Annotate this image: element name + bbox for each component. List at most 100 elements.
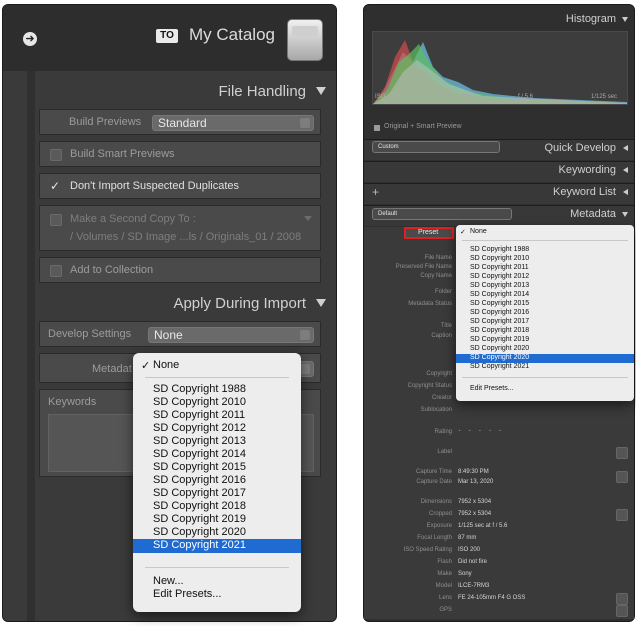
field-label: Title [440, 323, 452, 329]
menu-item[interactable]: SD Copyright 2013 [456, 282, 634, 291]
menu-item-selected[interactable]: SD Copyright 2021 [133, 539, 301, 553]
menu-item[interactable]: SD Copyright 2017 [456, 318, 634, 327]
menu-item[interactable]: SD Copyright 2016 [133, 474, 301, 487]
collapse-triangle-icon[interactable] [622, 17, 628, 22]
menu-item[interactable]: SD Copyright 2014 [456, 291, 634, 300]
preset-label-box[interactable]: Preset [404, 227, 454, 239]
menu-item-label: SD Copyright 2012 [470, 273, 530, 280]
field-value: Mar 13, 2020 [458, 479, 494, 485]
develop-settings-label: Develop Settings [48, 328, 132, 340]
hist-iso: ISO 200 [375, 94, 398, 100]
second-copy-checkbox[interactable] [50, 214, 62, 226]
default-select[interactable]: Default [372, 208, 512, 220]
menu-item-label: None [470, 228, 487, 235]
menu-item[interactable]: SD Copyright 2011 [456, 264, 634, 273]
menu-item[interactable]: SD Copyright 2020 [133, 526, 301, 539]
histogram-title[interactable]: Histogram [566, 13, 616, 25]
expand-icon[interactable]: ➜ [23, 32, 37, 46]
rating-stars[interactable]: · · · · · [458, 425, 504, 436]
dont-import-checkbox[interactable]: ✓ [50, 179, 60, 193]
field-label: Capture Date [416, 479, 452, 485]
field-label: Lens [438, 595, 452, 601]
field-label: Dimensions [420, 499, 452, 505]
field-label: Capture Time [415, 469, 452, 475]
hist-focal: 87 mm [455, 94, 474, 100]
crop-edit-icon[interactable] [616, 509, 628, 521]
menu-item[interactable]: SD Copyright 2015 [456, 300, 634, 309]
metadata-title[interactable]: Metadata [570, 208, 616, 220]
original-icon [374, 125, 380, 131]
collapse-triangle-icon[interactable] [316, 299, 326, 307]
menu-item[interactable]: SD Copyright 2016 [456, 309, 634, 318]
menu-item[interactable]: SD Copyright 2015 [133, 461, 301, 474]
field-label: Copyright [426, 371, 452, 377]
menu-item-label: SD Copyright 2015 [153, 461, 246, 473]
menu-item[interactable]: SD Copyright 2019 [133, 513, 301, 526]
build-previews-row: Build Previews Standard [39, 109, 321, 135]
develop-settings-select[interactable]: None [148, 327, 314, 343]
field-label: Focal Length [417, 535, 452, 541]
menu-item[interactable]: SD Copyright 2018 [133, 500, 301, 513]
menu-item[interactable]: SD Copyright 1988 [456, 246, 634, 255]
menu-item-selected[interactable]: SD Copyright 2020 [456, 354, 634, 363]
field-label: Label [437, 449, 452, 455]
menu-item-label: SD Copyright 2017 [153, 487, 246, 499]
menu-item[interactable]: SD Copyright 2010 [133, 396, 301, 409]
collapse-left-icon[interactable] [623, 189, 628, 195]
capture-edit-icon[interactable] [616, 471, 628, 483]
menu-item[interactable]: SD Copyright 2021 [456, 363, 634, 372]
select-arrow-icon [300, 364, 310, 374]
collapse-triangle-icon[interactable] [622, 212, 628, 217]
menu-item[interactable]: SD Copyright 2018 [456, 327, 634, 336]
field-value: ISO 200 [458, 547, 481, 553]
section-apply-during-import[interactable]: Apply During Import [173, 295, 306, 312]
add-keyword-icon[interactable]: + [372, 185, 379, 199]
menu-item-label: SD Copyright 2017 [470, 318, 530, 325]
path-dropdown-icon[interactable] [304, 216, 312, 221]
menu-item[interactable]: SD Copyright 2012 [133, 422, 301, 435]
menu-item[interactable]: SD Copyright 2010 [456, 255, 634, 264]
collapse-triangle-icon[interactable] [316, 87, 326, 95]
field-value: 8:49:30 PM [458, 469, 489, 475]
build-previews-select[interactable]: Standard [152, 115, 314, 131]
keyword-list-title[interactable]: Keyword List [553, 186, 616, 198]
field-label: ISO Speed Rating [403, 547, 452, 553]
menu-item-label: SD Copyright 2014 [153, 448, 246, 460]
section-file-handling[interactable]: File Handling [218, 83, 306, 100]
menu-item[interactable]: SD Copyright 2013 [133, 435, 301, 448]
metadata-preset-menu: ✓ None SD Copyright 1988 SD Copyright 20… [133, 353, 301, 612]
menu-item[interactable]: SD Copyright 2020 [456, 345, 634, 354]
dont-import-label: Don't Import Suspected Duplicates [70, 180, 240, 192]
menu-item-new[interactable]: New... [133, 575, 301, 588]
histogram-graph[interactable]: ISO 200 87 mm f / 5.6 1/125 sec [372, 31, 628, 105]
menu-item[interactable]: SD Copyright 2012 [456, 273, 634, 282]
menu-item[interactable]: SD Copyright 2017 [133, 487, 301, 500]
keywording-title[interactable]: Keywording [559, 164, 616, 176]
dont-import-row: ✓ Don't Import Suspected Duplicates [39, 173, 321, 199]
gps-edit-icon[interactable] [616, 605, 628, 617]
hist-aperture: f / 5.6 [518, 94, 534, 100]
menu-item-label: SD Copyright 2011 [153, 409, 246, 421]
label-edit-icon[interactable] [616, 447, 628, 459]
collapse-left-icon[interactable] [623, 167, 628, 173]
menu-item-edit-presets[interactable]: Edit Presets... [456, 385, 634, 394]
menu-item-none[interactable]: ✓ None [456, 228, 634, 237]
custom-label: Custom [378, 144, 399, 150]
lens-edit-icon[interactable] [616, 593, 628, 605]
menu-item[interactable]: SD Copyright 2014 [133, 448, 301, 461]
smart-previews-row: Build Smart Previews [39, 141, 321, 167]
field-value: ILCE-7RM3 [458, 583, 490, 589]
add-collection-checkbox[interactable] [50, 265, 62, 277]
quick-develop-title[interactable]: Quick Develop [544, 142, 616, 154]
menu-item[interactable]: SD Copyright 2019 [456, 336, 634, 345]
menu-item[interactable]: SD Copyright 1988 [133, 383, 301, 396]
field-label: Preserved File Name [395, 264, 452, 270]
catalog-name[interactable]: My Catalog [189, 25, 275, 45]
menu-item-none[interactable]: ✓ None [133, 359, 301, 373]
smart-previews-checkbox[interactable] [50, 149, 62, 161]
build-previews-value: Standard [158, 116, 207, 130]
menu-item[interactable]: SD Copyright 2011 [133, 409, 301, 422]
custom-select[interactable]: Custom [372, 141, 500, 153]
menu-item-edit-presets[interactable]: Edit Presets... [133, 588, 301, 601]
collapse-left-icon[interactable] [623, 145, 628, 151]
